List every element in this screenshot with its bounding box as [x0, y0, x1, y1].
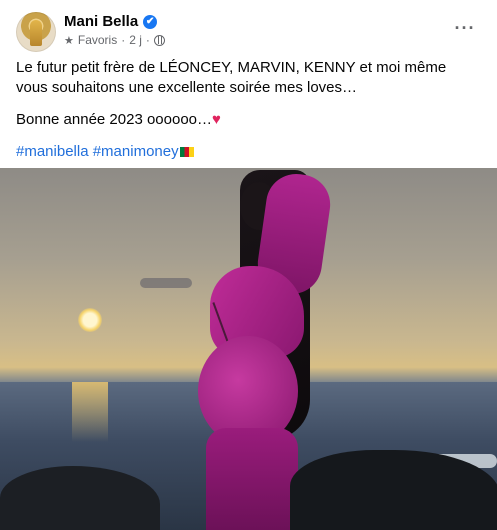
globe-icon[interactable]	[153, 34, 165, 46]
author-name[interactable]: Mani Bella	[64, 13, 138, 30]
facebook-post: Mani Bella ✔ ★ Favoris · 2 j · ··· Le fu…	[0, 0, 497, 530]
post-text: Le futur petit frère de LÉONCEY, MARVIN,…	[16, 58, 481, 174]
author-row: Mani Bella ✔	[64, 13, 158, 30]
sun	[78, 308, 102, 332]
post-line-2: Bonne année 2023 oooooo…♥	[16, 110, 481, 130]
avatar[interactable]	[16, 12, 56, 52]
post-line-1: Le futur petit frère de LÉONCEY, MARVIN,…	[16, 59, 447, 96]
rock-right	[290, 450, 497, 530]
hashtags-line: #manibella #manimoney	[16, 142, 481, 162]
sun-reflection	[72, 382, 108, 442]
verified-badge-icon: ✔	[143, 14, 158, 29]
post-photo[interactable]	[0, 168, 497, 530]
post-line-2-text: Bonne année 2023 oooooo…	[16, 111, 213, 128]
favorites-label[interactable]: Favoris	[78, 33, 117, 47]
heart-icon: ♥	[212, 111, 221, 128]
post-meta: ★ Favoris · 2 j ·	[64, 33, 165, 47]
legs	[206, 428, 298, 530]
meta-separator-2: ·	[145, 33, 150, 47]
cameroon-flag-icon	[179, 147, 194, 157]
star-icon: ★	[64, 34, 74, 47]
post-time[interactable]: 2 j	[129, 33, 142, 47]
more-options-icon[interactable]: ···	[449, 16, 481, 40]
hashtags[interactable]: #manibella #manimoney	[16, 143, 179, 160]
meta-separator: ·	[121, 33, 126, 47]
cloud	[140, 278, 192, 288]
avatar-figure	[30, 20, 42, 46]
post-header: Mani Bella ✔ ★ Favoris · 2 j · ···	[16, 12, 481, 52]
